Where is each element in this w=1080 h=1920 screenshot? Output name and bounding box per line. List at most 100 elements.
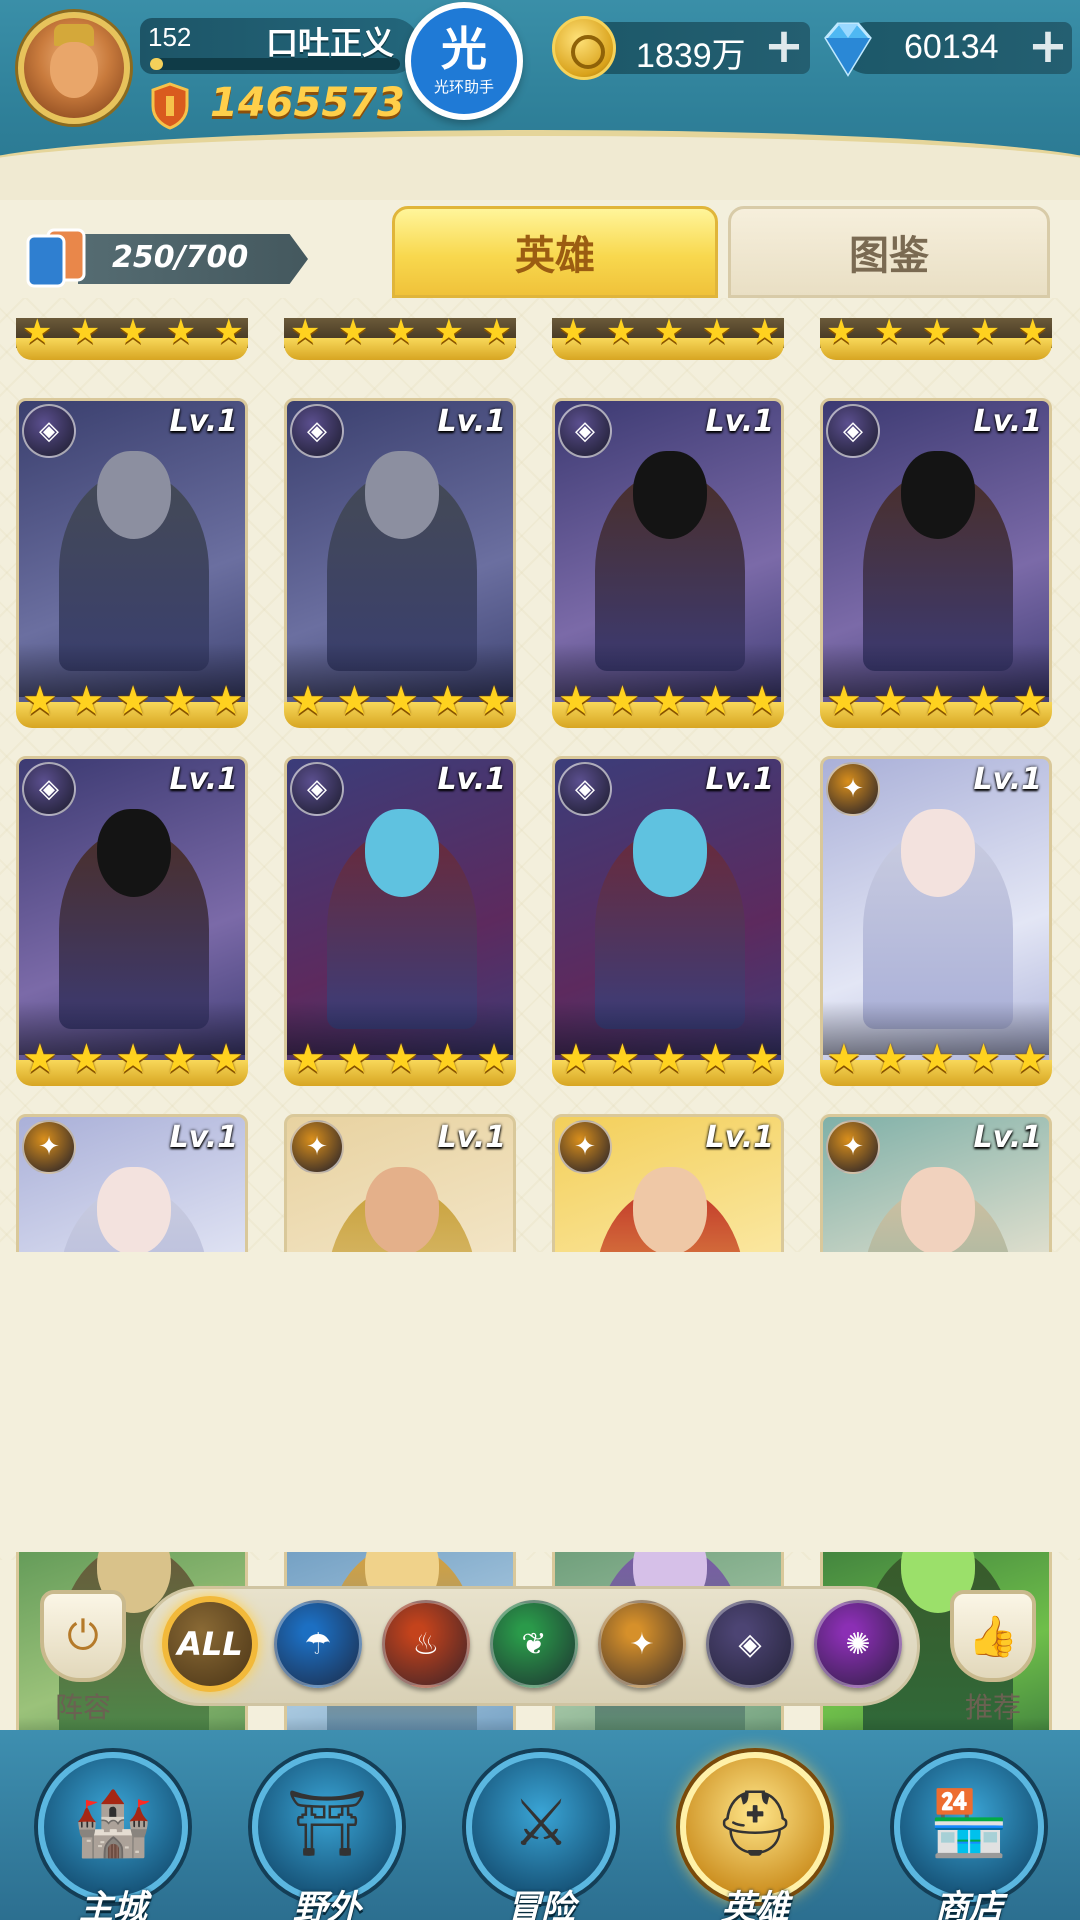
all-icon: ALL (177, 1625, 243, 1663)
hero-card-scarecrow-hunter[interactable]: ◈ Lv.1 ★ ★ ★ ★ ★ (16, 398, 248, 728)
filter-fire-button[interactable]: ♨ (382, 1600, 470, 1688)
nav-label: 商店 (935, 1888, 1003, 1920)
skull-icon: ◈ (738, 1626, 762, 1662)
hero-card-anubis-warrior[interactable]: ◈ Lv.1 ★ ★ ★ ★ ★ (552, 398, 784, 728)
sun-icon: ✦ (22, 1120, 76, 1174)
hero-head (633, 451, 707, 539)
hero-card-plague-doctor[interactable]: ◈ Lv.1 ★ ★ ★ ★ ★ (284, 756, 516, 1086)
filter-light-button[interactable]: ✦ (598, 1600, 686, 1688)
hero-level-label: Lv.1 (973, 404, 1043, 439)
star-icon: ★ (919, 1036, 955, 1082)
nav-helmet[interactable]: ⛑ 英雄 (670, 1740, 840, 1920)
star-rating: ★★★★★ (558, 1038, 780, 1080)
card-count-text: 250/700 (112, 240, 249, 275)
hero-card-anubis-warrior[interactable]: ◈ Lv.1 ★ ★ ★ ★ ★ (16, 756, 248, 1086)
star-icon: ★ (826, 678, 862, 724)
star-icon: ★ (336, 1036, 373, 1082)
hero-head (365, 1167, 439, 1255)
star-icon: ★ (697, 678, 734, 724)
gold-coin-icon (552, 16, 616, 80)
thumbs-up-icon: 👍 (950, 1590, 1036, 1682)
diamond-gem-icon (824, 22, 872, 77)
star-icon: ★ (336, 678, 373, 724)
hero-level-label: Lv.1 (437, 1120, 507, 1155)
hero-card-partial[interactable]: ★ ★ ★ ★ ★ (552, 312, 784, 364)
player-level: 152 (148, 22, 192, 52)
star-icon: ★ (826, 312, 857, 352)
star-icon: ★ (1012, 1036, 1048, 1082)
nav-portal[interactable]: ⛩ 野外 (242, 1740, 412, 1920)
halo-assistant-badge[interactable]: 光 光环助手 (405, 2, 523, 120)
hero-card-partial[interactable]: ★ ★ ★ ★ ★ (820, 312, 1052, 364)
hero-card-silver-sorceress[interactable]: ✦Lv.1★★★★★ (820, 756, 1052, 1086)
filter-dark-button[interactable]: ◈ (706, 1600, 794, 1688)
star-rating: ★★★★★ (290, 312, 512, 352)
tab-heroes[interactable]: 英雄 (392, 206, 718, 298)
fire-icon: ♨ (412, 1626, 440, 1662)
hero-level-label: Lv.1 (437, 404, 507, 439)
star-icon: ★ (873, 312, 905, 352)
hero-card-anubis-warrior[interactable]: ◈ Lv.1 ★ ★ ★ ★ ★ (820, 398, 1052, 728)
hero-head (633, 1167, 707, 1255)
hero-head (365, 809, 439, 897)
star-icon: ★ (969, 312, 1001, 352)
nav-label: 冒险 (507, 1888, 575, 1920)
star-icon: ★ (605, 312, 637, 352)
skull-icon: ◈ (826, 404, 880, 458)
grid-bottom-fade (0, 1252, 1080, 1552)
star-icon: ★ (22, 1036, 58, 1082)
star-icon: ★ (1017, 312, 1048, 352)
recommend-button[interactable]: 👍 推荐 (938, 1590, 1048, 1724)
skull-icon: ◈ (290, 404, 344, 458)
filter-arcane-button[interactable]: ✺ (814, 1600, 902, 1688)
star-icon: ★ (68, 678, 105, 724)
hero-level-label: Lv.1 (705, 1120, 775, 1155)
xp-progress-fill (150, 58, 163, 70)
star-icon: ★ (429, 1036, 466, 1082)
lineup-button[interactable]: ⏻ 阵容 (28, 1590, 138, 1724)
filter-water-button[interactable]: ☂ (274, 1600, 362, 1688)
hero-card-count: 250/700 (22, 226, 308, 288)
star-icon: ★ (69, 312, 101, 352)
nav-castle[interactable]: 🏰 主城 (28, 1740, 198, 1920)
star-rating: ★★★★★ (826, 680, 1048, 722)
star-icon: ★ (744, 1036, 780, 1082)
filter-all-button[interactable]: ALL (162, 1596, 258, 1692)
star-icon: ★ (383, 678, 419, 724)
star-icon: ★ (651, 678, 687, 724)
hero-card-scarecrow-hunter[interactable]: ◈ Lv.1 ★ ★ ★ ★ ★ (284, 398, 516, 728)
tab-codex[interactable]: 图鉴 (728, 206, 1050, 298)
add-gem-button[interactable]: + (1026, 22, 1070, 70)
water-icon: ☂ (304, 1626, 332, 1662)
nav-shop[interactable]: 🏪 商店 (884, 1740, 1054, 1920)
hero-card-plague-doctor[interactable]: ◈ Lv.1 ★ ★ ★ ★ ★ (552, 756, 784, 1086)
star-icon: ★ (290, 312, 321, 352)
filter-wild-button[interactable]: ❦ (490, 1600, 578, 1688)
star-icon: ★ (744, 678, 780, 724)
add-gold-button[interactable]: + (762, 22, 806, 70)
star-icon: ★ (651, 1036, 687, 1082)
star-icon: ★ (558, 312, 589, 352)
hero-card-partial[interactable]: ★ ★ ★ ★ ★ (284, 312, 516, 364)
star-icon: ★ (385, 312, 417, 352)
player-avatar[interactable] (18, 12, 130, 124)
nav-label: 主城 (79, 1888, 147, 1920)
star-icon: ★ (161, 1036, 198, 1082)
star-rating: ★★★★★ (558, 312, 780, 352)
star-rating: ★★★★★ (22, 680, 244, 722)
star-icon: ★ (701, 312, 733, 352)
hero-head (901, 809, 975, 897)
nav-label: 野外 (293, 1888, 361, 1920)
lineup-label: 阵容 (54, 1691, 111, 1724)
sun-icon: ✦ (826, 762, 880, 816)
sun-icon: ✦ (826, 1120, 880, 1174)
sword-icon: ⚔ (512, 1787, 570, 1861)
hero-head (633, 809, 707, 897)
nav-sword[interactable]: ⚔ 冒险 (456, 1740, 626, 1920)
hero-head (97, 1167, 171, 1255)
halo-badge-text: 光环助手 (433, 77, 494, 96)
star-rating: ★★★★★ (22, 1038, 244, 1080)
hero-card-partial[interactable]: ★ ★ ★ ★ ★ (16, 312, 248, 364)
star-icon: ★ (290, 1036, 326, 1082)
hero-head (97, 809, 171, 897)
